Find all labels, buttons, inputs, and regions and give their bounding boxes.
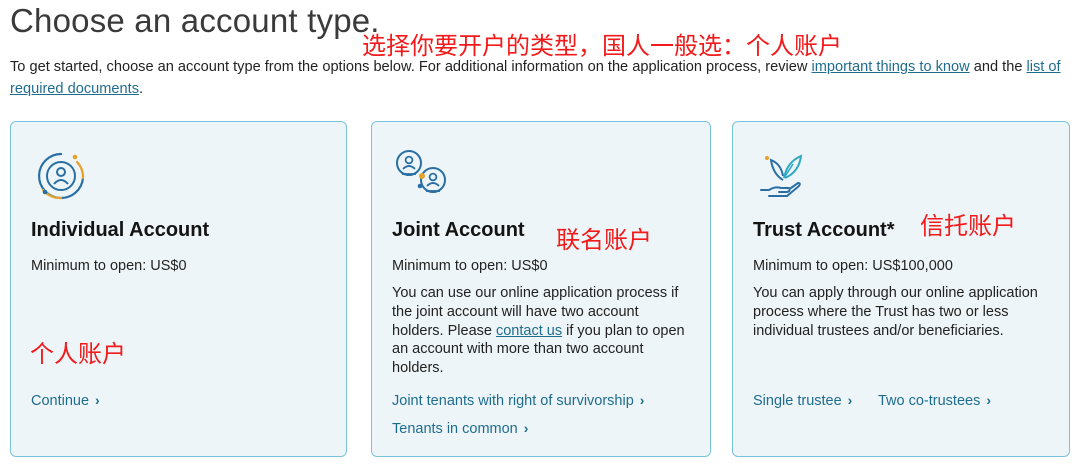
individual-account-card: Individual Account Minimum to open: US$0…: [10, 121, 347, 457]
trust-card-title: Trust Account*: [753, 219, 895, 241]
joint-card-description: You can use our online application proce…: [392, 284, 692, 378]
annotation-individual: 个人账户: [30, 340, 126, 368]
individual-card-title: Individual Account: [31, 219, 210, 241]
intro-mid: and the: [969, 59, 1027, 75]
trust-card-description: You can apply through our online applica…: [753, 285, 1038, 339]
individual-continue-link[interactable]: Continue ›: [31, 392, 100, 409]
joint-tenants-survivorship-link[interactable]: Joint tenants with right of survivorship…: [392, 392, 644, 409]
joint-card-minimum: Minimum to open: US$0: [392, 258, 548, 274]
intro-end: .: [139, 81, 144, 97]
person-circle-icon: [31, 146, 91, 206]
contact-us-link[interactable]: contact us: [496, 323, 562, 339]
joint-account-card: Joint Account Minimum to open: US$0 You …: [371, 121, 711, 457]
chevron-right-icon: ›: [523, 420, 529, 436]
chevron-right-icon: ›: [639, 392, 645, 408]
page-title: Choose an account type.: [10, 2, 380, 39]
intro-text: To get started, choose an account type f…: [10, 59, 812, 75]
individual-card-minimum: Minimum to open: US$0: [31, 258, 187, 274]
trust-account-card: Trust Account* Minimum to open: US$100,0…: [732, 121, 1070, 457]
important-things-link[interactable]: important things to know: [812, 59, 970, 75]
annotation-joint: 联名账户: [556, 226, 652, 254]
joint-link2-label: Tenants in common: [392, 421, 518, 437]
tenants-in-common-link[interactable]: Tenants in common ›: [392, 420, 528, 437]
chevron-right-icon: ›: [847, 392, 853, 408]
chevron-right-icon: ›: [95, 392, 100, 408]
trust-card-minimum: Minimum to open: US$100,000: [753, 258, 953, 274]
intro-paragraph: To get started, choose an account type f…: [10, 56, 1072, 100]
trust-link1-label: Single trustee: [753, 393, 842, 409]
individual-continue-label: Continue: [31, 393, 90, 409]
joint-card-title: Joint Account: [392, 219, 525, 241]
two-people-icon: [392, 146, 452, 206]
single-trustee-link[interactable]: Single trustee ›: [753, 392, 852, 409]
trust-link2-label: Two co-trustees: [878, 393, 981, 409]
hand-leaf-icon: [753, 146, 813, 206]
annotation-trust: 信托账户: [920, 212, 1016, 240]
two-co-trustees-link[interactable]: Two co-trustees ›: [878, 392, 991, 409]
joint-link1-label: Joint tenants with right of survivorship: [392, 393, 634, 409]
chevron-right-icon: ›: [986, 392, 992, 408]
